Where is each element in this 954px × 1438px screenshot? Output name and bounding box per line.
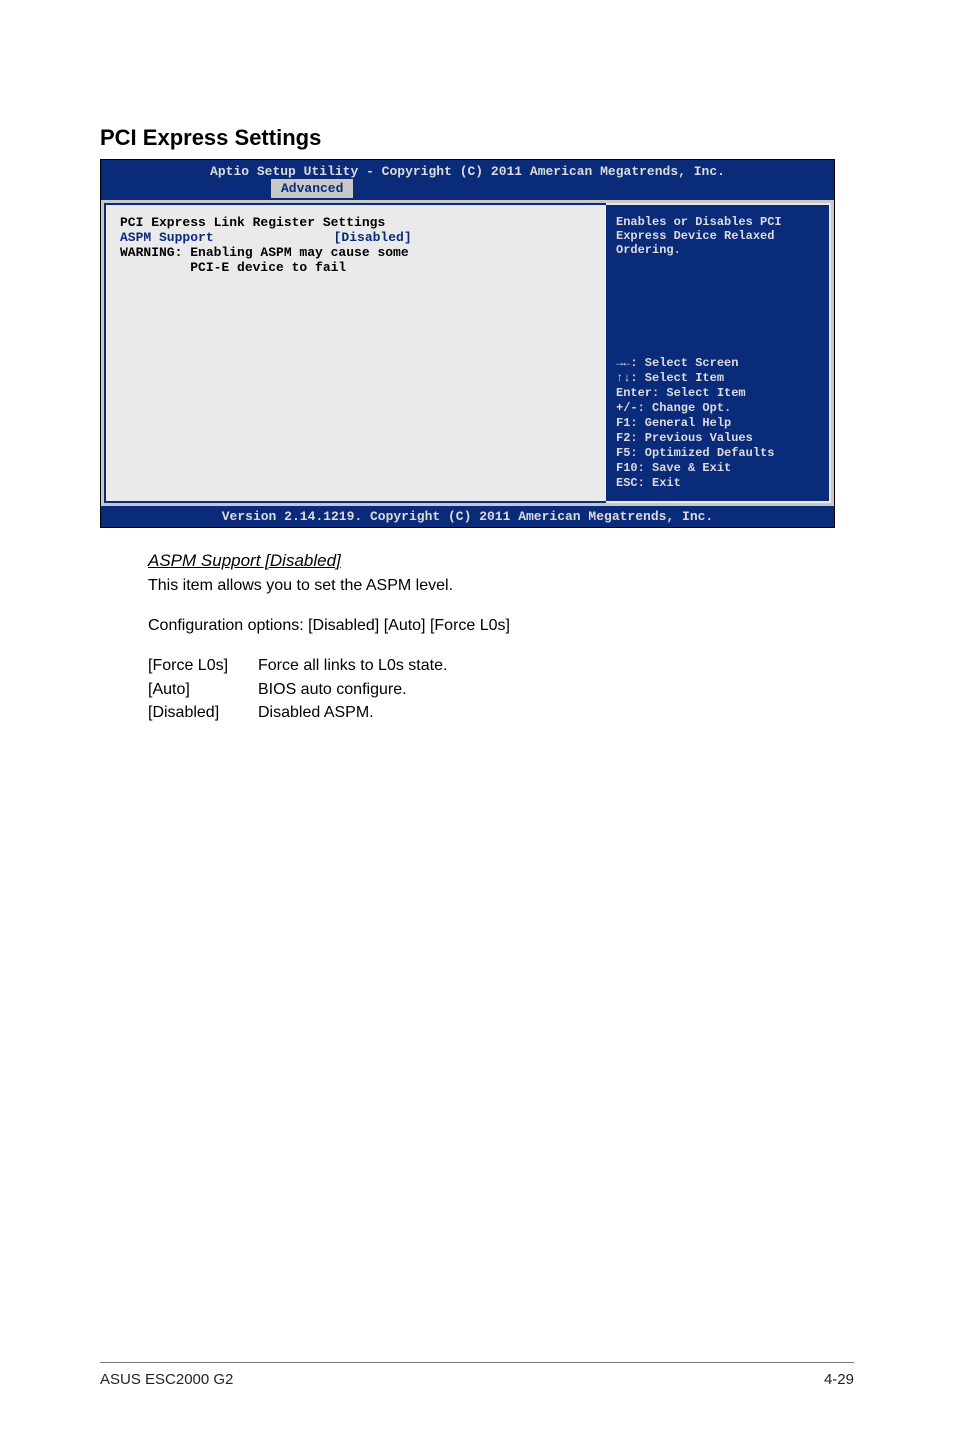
nav-line: ESC: Exit: [616, 476, 819, 491]
nav-line: F5: Optimized Defaults: [616, 446, 819, 461]
bios-right-pane: Enables or Disables PCI Express Device R…: [606, 203, 831, 503]
page-footer: ASUS ESC2000 G2 4-29: [100, 1362, 854, 1388]
nav-line: +/-: Change Opt.: [616, 401, 819, 416]
nav-line: F1: General Help: [616, 416, 819, 431]
bios-tab-row: Advanced: [101, 179, 834, 198]
nav-line: →←: Select Screen: [616, 356, 819, 371]
bios-header: Aptio Setup Utility - Copyright (C) 2011…: [101, 160, 834, 179]
option-key: [Force L0s]: [148, 654, 258, 678]
footer-left: ASUS ESC2000 G2: [100, 1371, 233, 1388]
tab-advanced: Advanced: [271, 179, 353, 198]
help-line: Express Device Relaxed: [616, 229, 819, 243]
aspm-support-label: ASPM Support: [120, 230, 214, 245]
option-key: [Disabled]: [148, 701, 258, 725]
warning-line-2: PCI-E device to fail: [120, 260, 346, 275]
option-val: Force all links to L0s state.: [258, 654, 447, 678]
bios-screenshot: Aptio Setup Utility - Copyright (C) 2011…: [100, 159, 835, 528]
help-line: Ordering.: [616, 243, 819, 257]
left-heading: PCI Express Link Register Settings: [120, 215, 385, 230]
help-text: Enables or Disables PCI Express Device R…: [616, 215, 819, 257]
table-row: [Auto] BIOS auto configure.: [148, 678, 447, 702]
table-row: [Force L0s] Force all links to L0s state…: [148, 654, 447, 678]
subsection-title: ASPM Support [Disabled]: [148, 550, 788, 573]
nav-line: Enter: Select Item: [616, 386, 819, 401]
warning-line-1: WARNING: Enabling ASPM may cause some: [120, 245, 409, 260]
table-row: [Disabled] Disabled ASPM.: [148, 701, 447, 725]
option-val: Disabled ASPM.: [258, 701, 447, 725]
subsection-desc: This item allows you to set the ASPM lev…: [148, 575, 788, 597]
help-line: Enables or Disables PCI: [616, 215, 819, 229]
bios-footer: Version 2.14.1219. Copyright (C) 2011 Am…: [101, 506, 834, 527]
nav-line: F10: Save & Exit: [616, 461, 819, 476]
option-key: [Auto]: [148, 678, 258, 702]
nav-help: →←: Select Screen ↑↓: Select Item Enter:…: [616, 356, 819, 491]
option-val: BIOS auto configure.: [258, 678, 447, 702]
footer-right: 4-29: [824, 1371, 854, 1388]
section-title: PCI Express Settings: [100, 125, 854, 151]
config-options-line: Configuration options: [Disabled] [Auto]…: [148, 615, 788, 637]
aspm-support-value: [Disabled]: [214, 230, 412, 245]
options-table: [Force L0s] Force all links to L0s state…: [148, 654, 447, 725]
nav-line: ↑↓: Select Item: [616, 371, 819, 386]
nav-line: F2: Previous Values: [616, 431, 819, 446]
bios-left-pane: PCI Express Link Register Settings ASPM …: [104, 203, 606, 503]
